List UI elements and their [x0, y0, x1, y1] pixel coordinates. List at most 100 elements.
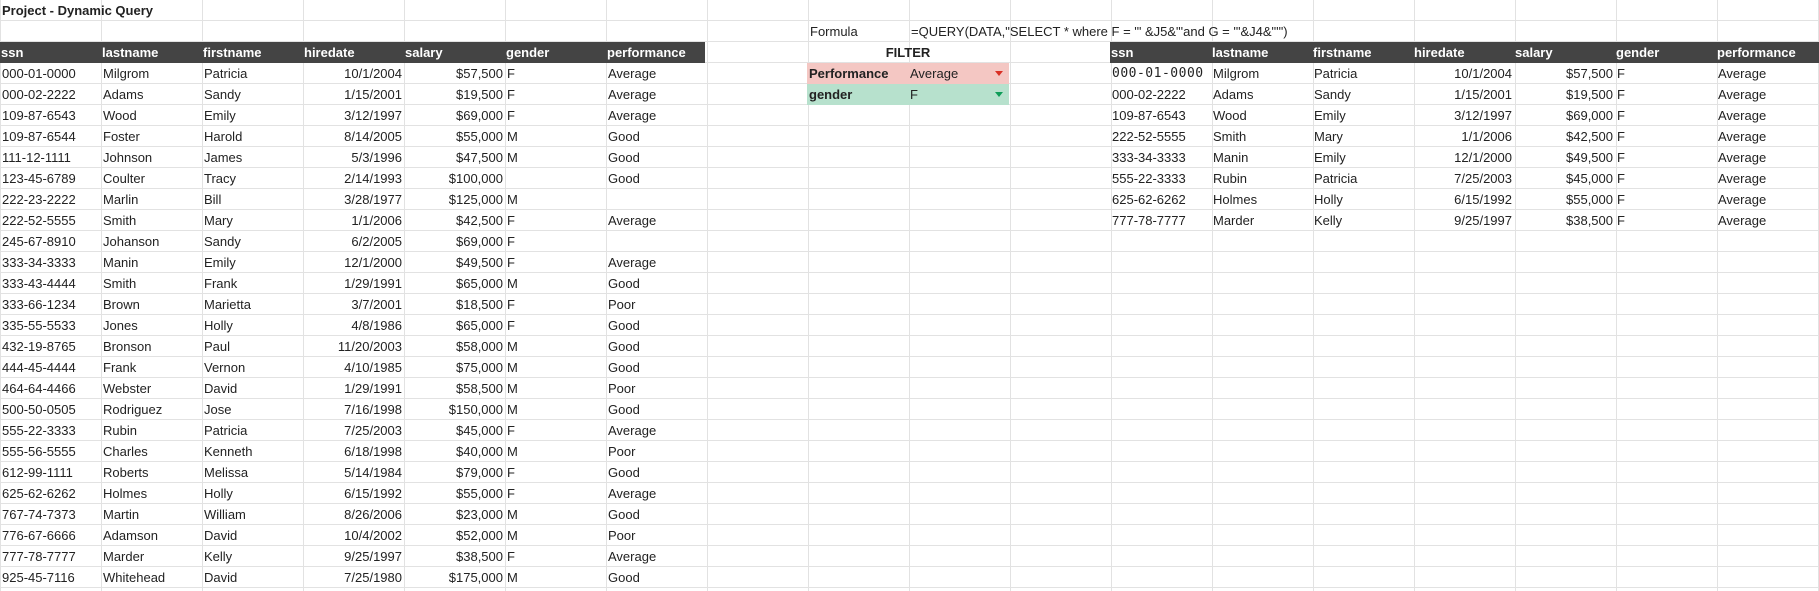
left-cell-firstname[interactable]: Emily	[202, 252, 303, 273]
left-cell-gender[interactable]: M	[505, 126, 606, 147]
left-cell-lastname[interactable]: Adams	[101, 84, 202, 105]
right-cell-firstname[interactable]: Holly	[1312, 189, 1413, 210]
left-cell-performance[interactable]: Good	[606, 462, 711, 483]
left-cell-salary[interactable]: $55,000	[404, 126, 505, 147]
left-cell-lastname[interactable]: Smith	[101, 210, 202, 231]
left-cell-salary[interactable]: $58,500	[404, 378, 505, 399]
right-cell-performance[interactable]: Average	[1716, 189, 1819, 210]
left-cell-hiredate[interactable]: 6/15/1992	[303, 483, 404, 504]
left-cell-lastname[interactable]: Whitehead	[101, 567, 202, 588]
left-cell-hiredate[interactable]: 8/26/2006	[303, 504, 404, 525]
left-cell-lastname[interactable]: Adamson	[101, 525, 202, 546]
right-cell-lastname[interactable]: Rubin	[1211, 168, 1312, 189]
left-cell-salary[interactable]: $47,500	[404, 147, 505, 168]
right-cell-lastname[interactable]: Smith	[1211, 126, 1312, 147]
left-cell-salary[interactable]: $150,000	[404, 399, 505, 420]
left-cell-ssn[interactable]: 222-23-2222	[0, 189, 101, 210]
left-cell-lastname[interactable]: Rodriguez	[101, 399, 202, 420]
left-cell-gender[interactable]: M	[505, 273, 606, 294]
right-cell-performance[interactable]: Average	[1716, 63, 1819, 84]
left-header-ssn[interactable]: ssn	[0, 42, 102, 63]
left-cell-lastname[interactable]: Jones	[101, 315, 202, 336]
right-cell-ssn[interactable]: 109-87-6543	[1110, 105, 1211, 126]
left-cell-ssn[interactable]: 333-34-3333	[0, 252, 101, 273]
left-cell-hiredate[interactable]: 7/25/2003	[303, 420, 404, 441]
left-cell-performance[interactable]: Average	[606, 84, 711, 105]
left-cell-ssn[interactable]: 625-62-6262	[0, 483, 101, 504]
left-cell-hiredate[interactable]: 6/18/1998	[303, 441, 404, 462]
left-cell-salary[interactable]: $65,000	[404, 273, 505, 294]
left-cell-gender[interactable]: F	[505, 315, 606, 336]
left-cell-gender[interactable]: F	[505, 84, 606, 105]
left-cell-lastname[interactable]: Foster	[101, 126, 202, 147]
right-cell-salary[interactable]: $55,000	[1514, 189, 1615, 210]
left-cell-hiredate[interactable]: 6/2/2005	[303, 231, 404, 252]
formula-text[interactable]: =QUERY(DATA,"SELECT * where F = '" &J5&"…	[909, 21, 1509, 42]
left-cell-lastname[interactable]: Smith	[101, 273, 202, 294]
left-cell-gender[interactable]: M	[505, 567, 606, 588]
left-cell-hiredate[interactable]: 8/14/2005	[303, 126, 404, 147]
formula-label[interactable]: Formula	[808, 21, 908, 42]
left-cell-firstname[interactable]: Emily	[202, 105, 303, 126]
left-cell-ssn[interactable]: 612-99-1111	[0, 462, 101, 483]
left-cell-salary[interactable]: $65,000	[404, 315, 505, 336]
left-cell-salary[interactable]: $40,000	[404, 441, 505, 462]
left-cell-firstname[interactable]: Paul	[202, 336, 303, 357]
right-cell-ssn[interactable]: 000-02-2222	[1110, 84, 1211, 105]
left-cell-salary[interactable]: $49,500	[404, 252, 505, 273]
left-cell-lastname[interactable]: Coulter	[101, 168, 202, 189]
left-cell-salary[interactable]: $23,000	[404, 504, 505, 525]
right-cell-hiredate[interactable]: 1/15/2001	[1413, 84, 1514, 105]
left-cell-salary[interactable]: $69,000	[404, 231, 505, 252]
left-cell-ssn[interactable]: 000-01-0000	[0, 63, 101, 84]
left-cell-hiredate[interactable]: 7/25/1980	[303, 567, 404, 588]
right-cell-lastname[interactable]: Marder	[1211, 210, 1312, 231]
left-cell-gender[interactable]	[505, 168, 606, 189]
left-header-firstname[interactable]: firstname	[202, 42, 304, 63]
left-cell-gender[interactable]: F	[505, 105, 606, 126]
left-cell-firstname[interactable]: Kelly	[202, 546, 303, 567]
left-cell-performance[interactable]: Good	[606, 567, 711, 588]
left-cell-firstname[interactable]: Mary	[202, 210, 303, 231]
left-cell-hiredate[interactable]: 3/28/1977	[303, 189, 404, 210]
right-cell-firstname[interactable]: Sandy	[1312, 84, 1413, 105]
left-cell-ssn[interactable]: 123-45-6789	[0, 168, 101, 189]
left-cell-firstname[interactable]: Sandy	[202, 84, 303, 105]
left-cell-gender[interactable]: M	[505, 357, 606, 378]
left-cell-hiredate[interactable]: 5/14/1984	[303, 462, 404, 483]
right-cell-ssn[interactable]: 777-78-7777	[1110, 210, 1211, 231]
left-cell-firstname[interactable]: Sandy	[202, 231, 303, 252]
right-cell-hiredate[interactable]: 3/12/1997	[1413, 105, 1514, 126]
right-cell-firstname[interactable]: Emily	[1312, 105, 1413, 126]
left-cell-ssn[interactable]: 444-45-4444	[0, 357, 101, 378]
left-cell-lastname[interactable]: Marder	[101, 546, 202, 567]
left-cell-hiredate[interactable]: 10/1/2004	[303, 63, 404, 84]
left-cell-performance[interactable]: Average	[606, 546, 711, 567]
left-cell-salary[interactable]: $69,000	[404, 105, 505, 126]
left-cell-gender[interactable]: F	[505, 210, 606, 231]
right-cell-hiredate[interactable]: 9/25/1997	[1413, 210, 1514, 231]
left-cell-ssn[interactable]: 464-64-4466	[0, 378, 101, 399]
right-cell-performance[interactable]: Average	[1716, 210, 1819, 231]
right-cell-performance[interactable]: Average	[1716, 105, 1819, 126]
left-cell-salary[interactable]: $175,000	[404, 567, 505, 588]
left-cell-ssn[interactable]: 925-45-7116	[0, 567, 101, 588]
right-cell-lastname[interactable]: Milgrom	[1211, 63, 1312, 84]
left-cell-gender[interactable]: F	[505, 483, 606, 504]
right-cell-lastname[interactable]: Wood	[1211, 105, 1312, 126]
left-cell-gender[interactable]: M	[505, 399, 606, 420]
left-cell-ssn[interactable]: 333-43-4444	[0, 273, 101, 294]
left-cell-ssn[interactable]: 767-74-7373	[0, 504, 101, 525]
performance-filter-dropdown[interactable]: Average	[908, 63, 1009, 84]
left-cell-gender[interactable]: M	[505, 378, 606, 399]
left-cell-hiredate[interactable]: 5/3/1996	[303, 147, 404, 168]
left-cell-lastname[interactable]: Webster	[101, 378, 202, 399]
right-cell-salary[interactable]: $69,000	[1514, 105, 1615, 126]
right-cell-gender[interactable]: F	[1615, 147, 1716, 168]
left-cell-hiredate[interactable]: 4/8/1986	[303, 315, 404, 336]
left-cell-hiredate[interactable]: 9/25/1997	[303, 546, 404, 567]
left-cell-lastname[interactable]: Manin	[101, 252, 202, 273]
left-cell-salary[interactable]: $79,000	[404, 462, 505, 483]
gender-filter-dropdown[interactable]: F	[908, 84, 1009, 105]
right-cell-ssn[interactable]: 000-01-0000	[1110, 63, 1211, 84]
